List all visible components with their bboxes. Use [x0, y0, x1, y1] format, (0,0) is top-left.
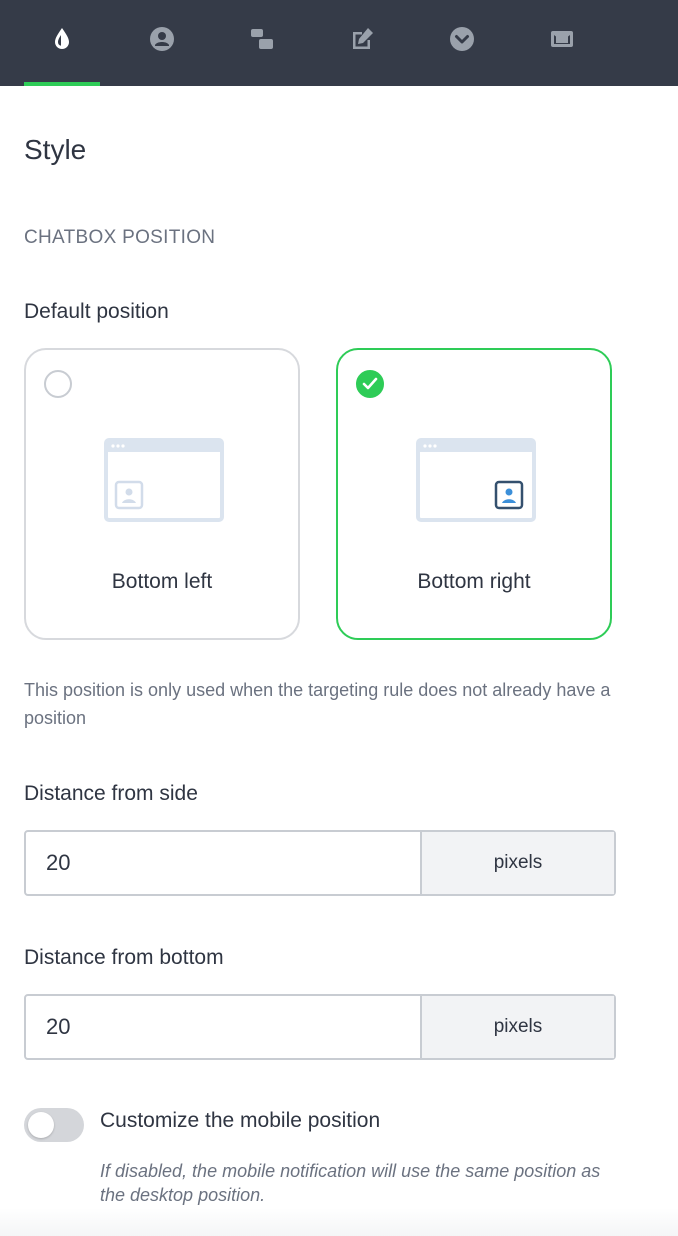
droplet-icon	[55, 28, 69, 49]
distance-side-field: pixels	[24, 830, 616, 896]
edit-icon	[353, 28, 373, 49]
tab-messages[interactable]	[224, 0, 300, 86]
distance-bottom-field: pixels	[24, 994, 616, 1060]
window-bottom-left-icon	[104, 438, 224, 522]
distance-bottom-unit: pixels	[420, 996, 614, 1058]
tab-email[interactable]	[524, 0, 600, 86]
top-nav-bar	[0, 0, 678, 86]
mobile-position-note: If disabled, the mobile notification wil…	[100, 1161, 601, 1205]
tab-options[interactable]	[424, 0, 500, 86]
page-title: Style	[24, 134, 87, 165]
chevron-circle-icon	[450, 27, 474, 51]
radio-button[interactable]	[44, 370, 72, 398]
distance-side-input[interactable]	[26, 832, 420, 894]
mobile-position-toggle[interactable]	[24, 1108, 84, 1142]
position-help-text: This position is only used when the targ…	[24, 680, 611, 728]
position-option-bottom-right[interactable]: Bottom right	[336, 348, 612, 640]
tab-profile[interactable]	[124, 0, 200, 86]
distance-side-unit: pixels	[420, 832, 614, 894]
section-heading: CHATBOX POSITION	[24, 227, 216, 248]
tab-style[interactable]	[24, 0, 100, 86]
checkmark-icon	[362, 377, 378, 390]
distance-side-label: Distance from side	[24, 782, 198, 805]
window-bottom-right-icon	[416, 438, 536, 522]
tab-edit[interactable]	[324, 0, 400, 86]
chat-bubbles-icon	[251, 29, 273, 49]
distance-bottom-input[interactable]	[26, 996, 420, 1058]
bottom-right-label: Bottom right	[417, 570, 531, 593]
position-option-bottom-left[interactable]: Bottom left	[24, 348, 300, 640]
default-position-label: Default position	[24, 300, 169, 323]
mail-icon	[551, 31, 573, 47]
bottom-left-label: Bottom left	[111, 570, 213, 593]
distance-bottom-label: Distance from bottom	[24, 946, 224, 969]
toggle-knob	[28, 1112, 54, 1138]
bottom-fade	[0, 1208, 678, 1236]
mobile-position-label: Customize the mobile position	[100, 1109, 381, 1132]
radio-button[interactable]	[356, 370, 384, 398]
user-circle-icon	[150, 27, 174, 51]
